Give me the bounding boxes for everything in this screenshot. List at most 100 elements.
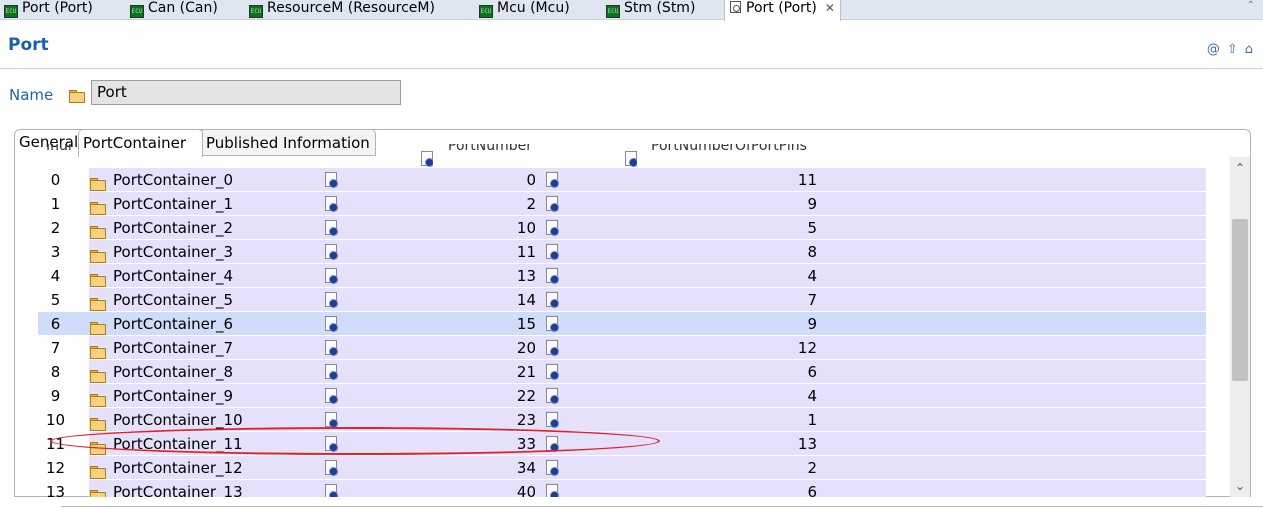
editor-tab-port-active[interactable]: Port (Port) ✕: [724, 0, 841, 21]
row-port-pins[interactable]: 8: [598, 243, 817, 261]
chevron-down-icon[interactable]: ⌄: [1230, 477, 1250, 495]
row-name[interactable]: PortContainer_13: [113, 483, 243, 497]
home-icon[interactable]: ⌂: [1245, 42, 1253, 57]
at-icon[interactable]: @: [1207, 42, 1220, 57]
row-port-number[interactable]: 15: [458, 315, 536, 333]
config-icon: [324, 412, 338, 431]
row-port-number[interactable]: 33: [458, 435, 536, 453]
row-name[interactable]: PortContainer_2: [113, 219, 233, 237]
close-icon[interactable]: ✕: [825, 1, 835, 15]
column-header-port-number[interactable]: PortNumber: [448, 144, 578, 154]
row-name[interactable]: PortContainer_4: [113, 267, 233, 285]
row-port-pins[interactable]: 2: [598, 459, 817, 477]
config-icon: [545, 460, 559, 479]
table-row[interactable]: 1 PortContainer_1 2 9: [38, 192, 1206, 216]
row-name[interactable]: PortContainer_6: [113, 315, 233, 333]
row-port-number[interactable]: 10: [458, 219, 536, 237]
editor-tab-stm[interactable]: ECU Stm (Stm): [606, 0, 695, 20]
config-icon: [545, 268, 559, 287]
row-name[interactable]: PortContainer_0: [113, 171, 233, 189]
row-port-pins[interactable]: 4: [598, 387, 817, 405]
row-name[interactable]: PortContainer_11: [113, 435, 243, 453]
row-index: 2: [50, 219, 61, 237]
table-row[interactable]: 10 PortContainer_10 23 1: [38, 408, 1206, 432]
folder-icon: [90, 174, 106, 192]
config-icon: [324, 340, 338, 359]
editor-tab-resourcem[interactable]: ECU ResourceM (ResourceM): [249, 0, 435, 20]
table-row[interactable]: 6 PortContainer_6 15 9: [38, 312, 1206, 336]
row-port-number[interactable]: 23: [458, 411, 536, 429]
chevron-up-icon[interactable]: ⌃: [1247, 0, 1255, 11]
row-index: 0: [50, 171, 61, 189]
config-icon: [324, 172, 338, 191]
table-row[interactable]: 11 PortContainer_11 33 13: [38, 432, 1206, 456]
row-name[interactable]: PortContainer_12: [113, 459, 243, 477]
config-icon: [324, 484, 338, 497]
folder-icon: [69, 90, 85, 103]
row-port-number[interactable]: 22: [458, 387, 536, 405]
editor-tab-strip: ECU Port (Port) ECU Can (Can) ECU ResourceM…: [0, 0, 1263, 21]
vertical-scrollbar[interactable]: ⌃ ⌄: [1230, 157, 1250, 497]
row-port-number[interactable]: 40: [458, 483, 536, 497]
scrollbar-thumb[interactable]: [1232, 219, 1248, 381]
editor-tab-can[interactable]: ECU Can (Can): [130, 0, 218, 20]
row-port-pins[interactable]: 1: [598, 411, 817, 429]
row-name[interactable]: PortContainer_3: [113, 243, 233, 261]
editor-tab-port[interactable]: ECU Port (Port): [4, 0, 93, 20]
table-row[interactable]: 9 PortContainer_9 22 4: [38, 384, 1206, 408]
row-port-number[interactable]: 34: [458, 459, 536, 477]
folder-icon: [90, 294, 106, 312]
table-row[interactable]: 0 PortContainer_0 0 11: [38, 168, 1206, 192]
row-port-number[interactable]: 21: [458, 363, 536, 381]
row-port-pins[interactable]: 11: [598, 171, 817, 189]
config-icon: [545, 316, 559, 335]
row-name[interactable]: PortContainer_7: [113, 339, 233, 357]
name-field[interactable]: Port: [91, 80, 401, 105]
folder-icon: [90, 246, 106, 264]
row-port-pins[interactable]: 5: [598, 219, 817, 237]
folder-icon: [90, 414, 106, 432]
table-row[interactable]: 7 PortContainer_7 20 12: [38, 336, 1206, 360]
table-row[interactable]: 2 PortContainer_2 10 5: [38, 216, 1206, 240]
row-port-pins[interactable]: 13: [598, 435, 817, 453]
table-row[interactable]: 13 PortContainer_13 40 6: [38, 480, 1206, 497]
table-row[interactable]: 3 PortContainer_3 11 8: [38, 240, 1206, 264]
arrow-up-icon[interactable]: ⇧: [1227, 42, 1238, 57]
folder-icon: [90, 270, 106, 288]
column-header-index[interactable]: Indi: [46, 144, 76, 154]
editor-tab-mcu[interactable]: ECU Mcu (Mcu): [479, 0, 570, 20]
row-port-pins[interactable]: 9: [598, 195, 817, 213]
folder-icon: [90, 486, 106, 497]
row-name[interactable]: PortContainer_9: [113, 387, 233, 405]
row-port-number[interactable]: 14: [458, 291, 536, 309]
config-icon: [545, 484, 559, 497]
row-name[interactable]: PortContainer_8: [113, 363, 233, 381]
row-name[interactable]: PortContainer_1: [113, 195, 233, 213]
row-port-number[interactable]: 0: [458, 171, 536, 189]
row-name[interactable]: PortContainer_10: [113, 411, 243, 429]
table-row[interactable]: 5 PortContainer_5 14 7: [38, 288, 1206, 312]
table-row[interactable]: 4 PortContainer_4 13 4: [38, 264, 1206, 288]
row-port-pins[interactable]: 6: [598, 363, 817, 381]
table-row[interactable]: 8 PortContainer_8 21 6: [38, 360, 1206, 384]
name-label: Name: [9, 86, 54, 104]
row-port-number[interactable]: 13: [458, 267, 536, 285]
table-row[interactable]: 12 PortContainer_12 34 2: [38, 456, 1206, 480]
config-icon: [324, 460, 338, 479]
chevron-up-icon[interactable]: ⌃: [1230, 159, 1250, 177]
config-icon: [545, 412, 559, 431]
row-port-pins[interactable]: 4: [598, 267, 817, 285]
page-title: Port: [8, 35, 49, 55]
table-header: Indi Name PortNumber PortNumberOfPortPin…: [38, 144, 1206, 167]
row-port-pins[interactable]: 6: [598, 483, 817, 497]
row-port-pins[interactable]: 7: [598, 291, 817, 309]
column-header-port-number-pins[interactable]: PortNumberOfPortPins: [651, 144, 881, 154]
row-port-pins[interactable]: 12: [598, 339, 817, 357]
row-port-number[interactable]: 2: [458, 195, 536, 213]
row-port-pins[interactable]: 9: [598, 315, 817, 333]
row-port-number[interactable]: 20: [458, 339, 536, 357]
row-port-number[interactable]: 11: [458, 243, 536, 261]
tab-port-container[interactable]: PortContainer: [78, 129, 204, 157]
row-index: 13: [45, 483, 66, 497]
row-name[interactable]: PortContainer_5: [113, 291, 233, 309]
